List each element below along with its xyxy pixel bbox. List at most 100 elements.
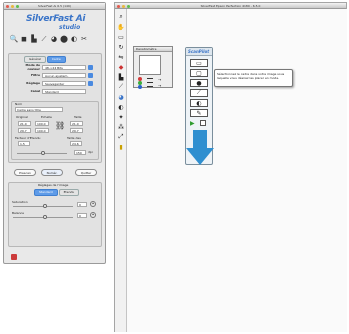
densitometer-titlebar[interactable]: Densitomètre xyxy=(134,47,172,52)
balance-slider[interactable] xyxy=(13,215,73,219)
balance-reset-icon[interactable]: • xyxy=(90,212,96,218)
resolution-slider[interactable] xyxy=(17,151,67,155)
help-icon[interactable] xyxy=(11,254,17,260)
zoom-icon[interactable]: 🔍 xyxy=(10,35,19,43)
image-settings-tabs: Standard Etendu xyxy=(34,189,80,196)
hand-icon[interactable]: ✋ xyxy=(117,23,125,31)
scanpilot-title: ScanPilot xyxy=(186,48,212,56)
saturation-reset-icon[interactable]: • xyxy=(90,201,96,207)
original-label: Original xyxy=(16,115,28,119)
setting-select[interactable]: Sauvegarder xyxy=(42,80,86,86)
color-mode-select[interactable]: 48->24 Bits xyxy=(42,64,86,70)
crop-icon[interactable]: ▭ xyxy=(117,33,125,41)
red-value-bar xyxy=(147,78,153,79)
scan-button[interactable]: Numér. xyxy=(41,169,63,176)
original-width-field[interactable]: 21.0 xyxy=(18,121,31,126)
silverfast-logo: SilverFast Ai xyxy=(26,14,86,24)
quit-button[interactable]: Quitter xyxy=(75,169,97,176)
name-field[interactable]: Cadre sans titre xyxy=(15,107,63,112)
tab-general[interactable]: Général xyxy=(24,56,46,63)
size-label: Taille xyxy=(74,115,82,119)
prescan-window: SilverFast Epson Perfection 4180 - 6.5.0… xyxy=(114,2,347,332)
saturation-slider[interactable] xyxy=(13,204,73,208)
channel-label: Canal xyxy=(30,89,40,93)
prescan-canvas[interactable]: Densitomètre → → ScanPilot ▭ ▢ ● ⟋ ◐ ✎ ▶ xyxy=(127,9,347,332)
file-size-field: 24.6 xyxy=(70,141,82,146)
scan-icon[interactable]: ✎ xyxy=(190,109,208,117)
setting-dropdown-icon[interactable] xyxy=(88,80,93,86)
silverfast-logo-sub: studio xyxy=(59,24,81,31)
help-tooltip: Sélectionnez le cadre dans votre image s… xyxy=(214,69,293,87)
green-value-bar xyxy=(147,82,153,83)
arrow-icon: → xyxy=(158,77,162,82)
play-icon[interactable]: ▶ xyxy=(190,120,195,127)
sharpen-icon[interactable]: ◐ xyxy=(70,35,78,43)
sharpen-icon[interactable]: ◐ xyxy=(190,99,208,107)
scale-width-field[interactable]: 100.0 xyxy=(35,121,49,126)
control-window-titlebar[interactable]: SilverFast Ai 6.5 (149) xyxy=(4,3,105,10)
gradation-icon[interactable]: ⟋ xyxy=(117,83,125,91)
vertical-toolbar: ⌕ ✋ ▭ ↻ ⇋ ◆ ▙ ⟋ ◕ ◐ ✦ ⁂ ⤢ ▮ xyxy=(115,9,127,332)
zoom-icon[interactable]: ⌕ xyxy=(117,13,125,21)
info-icon[interactable]: ▮ xyxy=(117,143,125,151)
tools-icon[interactable]: ✂ xyxy=(80,35,88,43)
color-icon[interactable]: ◕ xyxy=(50,35,58,43)
frame-tabs: Général Cadre xyxy=(24,56,66,63)
silverfast-control-window: SilverFast Ai 6.5 (149) SilverFast Ai st… xyxy=(3,2,106,264)
tab-standard[interactable]: Standard xyxy=(34,189,58,196)
prescan-icon[interactable]: ▭ xyxy=(190,59,208,67)
resolution-field[interactable]: 150 xyxy=(74,150,86,155)
frame-icon[interactable]: ▢ xyxy=(190,69,208,77)
color-mode-label: Mode de couleur xyxy=(25,63,40,71)
prescan-button[interactable]: Prescan xyxy=(14,169,36,176)
image-settings-title: Réglages de l'image xyxy=(38,183,69,187)
color-picker-icon[interactable]: ◆ xyxy=(117,63,125,71)
original-height-field[interactable]: 29.7 xyxy=(18,128,31,133)
row-channel: Canal Standard xyxy=(12,88,104,94)
name-label: Nom xyxy=(15,102,23,106)
histogram-icon[interactable]: ▙ xyxy=(30,35,38,43)
scale-height-field[interactable]: 100.0 xyxy=(35,128,49,133)
filter-dropdown-icon[interactable] xyxy=(88,72,93,78)
dust-icon[interactable]: ✦ xyxy=(117,113,125,121)
balance-label: Balance xyxy=(12,211,24,215)
row-setting: Réglage Sauvegarder xyxy=(12,80,104,86)
channel-select[interactable]: Standard xyxy=(42,88,86,94)
output-width-field[interactable]: 21.0 xyxy=(70,121,83,126)
setting-label: Réglage xyxy=(26,81,40,85)
gradation-icon[interactable]: ⟋ xyxy=(190,89,208,97)
selective-color-icon[interactable]: ⬤ xyxy=(60,35,68,43)
saturation-slider-knob[interactable] xyxy=(43,204,47,208)
blue-value-bar xyxy=(147,86,153,87)
densitometer-palette[interactable]: Densitomètre → → xyxy=(133,46,173,89)
sharpen-icon[interactable]: ◐ xyxy=(117,103,125,111)
stop-icon[interactable] xyxy=(200,120,206,126)
densitometer-preview xyxy=(139,55,161,75)
expand-icon[interactable]: ⤢ xyxy=(117,133,125,141)
tab-etendu[interactable]: Etendu xyxy=(58,189,80,196)
grain-icon[interactable]: ⁂ xyxy=(117,123,125,131)
balance-slider-knob[interactable] xyxy=(43,215,47,219)
eyedropper-icon[interactable]: ◼ xyxy=(20,35,28,43)
histogram-icon[interactable]: ▙ xyxy=(117,73,125,81)
color-mode-dropdown-icon[interactable] xyxy=(88,64,93,70)
tool-icon-row: 🔍 ◼ ▙ ⟋ ◕ ⬤ ◐ ✂ xyxy=(10,35,102,45)
tab-cadre[interactable]: Cadre xyxy=(46,56,66,63)
mirror-icon[interactable]: ⇋ xyxy=(117,53,125,61)
link-chain-icon[interactable]: ⛓ xyxy=(55,122,65,130)
resolution-slider-knob[interactable] xyxy=(41,151,45,155)
output-height-field[interactable]: 29.7 xyxy=(70,128,83,133)
saturation-field[interactable]: 0 xyxy=(77,202,87,207)
scanpilot-panel[interactable]: ScanPilot ▭ ▢ ● ⟋ ◐ ✎ ▶ xyxy=(185,47,214,165)
row-filter: Filtre Aucun ajustem. xyxy=(12,72,104,78)
file-size-label: Taille des xyxy=(67,136,81,140)
auto-icon[interactable]: ● xyxy=(190,79,208,87)
arrow-icon-2: → xyxy=(158,83,162,88)
scanpilot-arrow-icon xyxy=(186,130,214,165)
balance-field[interactable]: 0 xyxy=(77,213,87,218)
format-field[interactable]: 1.5 xyxy=(18,141,30,146)
selective-color-icon[interactable]: ◕ xyxy=(117,93,125,101)
filter-select[interactable]: Aucun ajustem. xyxy=(42,72,86,78)
gradation-icon[interactable]: ⟋ xyxy=(40,35,48,43)
rotate-icon[interactable]: ↻ xyxy=(117,43,125,51)
